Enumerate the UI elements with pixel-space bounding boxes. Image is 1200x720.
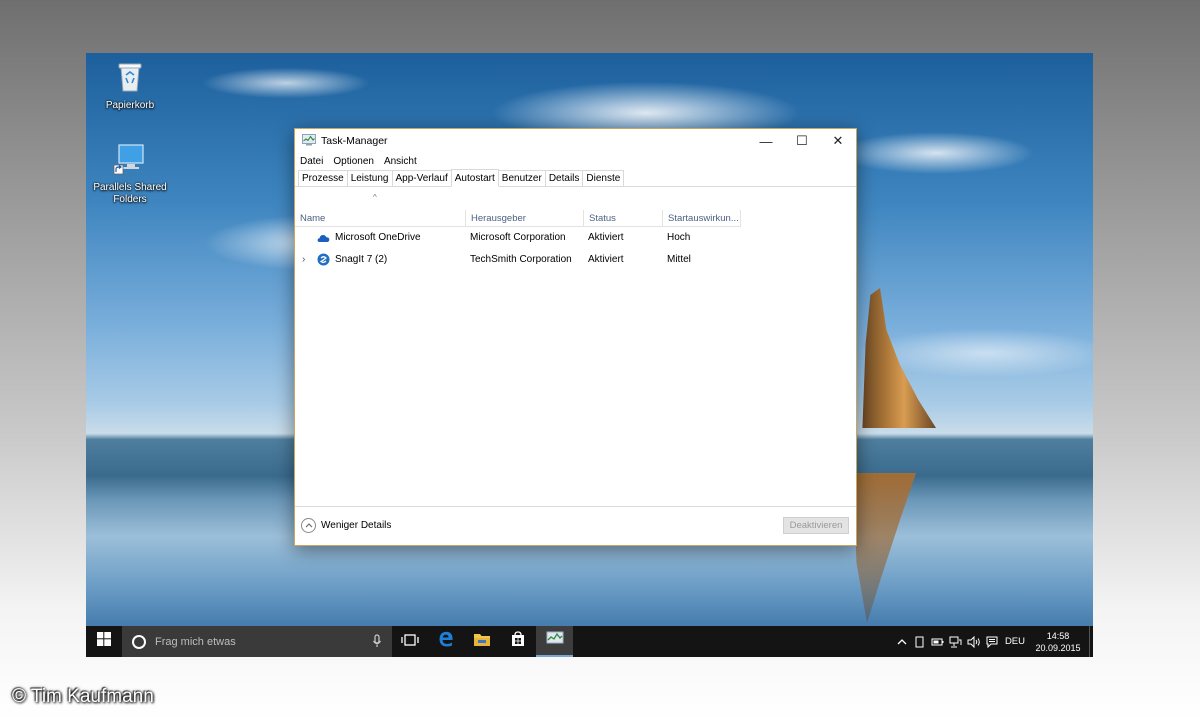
system-tray: DEU 14:58 20.09.2015: [893, 626, 1093, 657]
close-button[interactable]: ✕: [820, 129, 856, 153]
table-header: ^ Name Herausgeber Status Startauswirkun…: [295, 187, 856, 227]
file-explorer-icon: [473, 632, 491, 652]
maximize-button[interactable]: ☐: [784, 129, 820, 153]
tab-autostart[interactable]: Autostart: [450, 169, 499, 187]
windows-logo-icon: [97, 632, 111, 651]
show-hidden-icons-chevron-icon[interactable]: [893, 626, 911, 657]
monitor-shortcut-icon: [88, 143, 172, 179]
window-footer: Weniger Details Deaktivieren: [295, 506, 856, 545]
desktop-icon-label: Parallels Shared Folders: [93, 182, 167, 205]
action-center-icon[interactable]: [983, 626, 1001, 657]
clock-date: 20.09.2015: [1035, 642, 1081, 653]
desktop-icon-label: Papierkorb: [105, 100, 155, 111]
column-header-status[interactable]: Status: [583, 210, 662, 227]
column-header-startup-impact[interactable]: Startauswirkun...: [662, 210, 741, 227]
search-placeholder: Frag mich etwas: [155, 635, 236, 648]
desktop-icon-parallels-shared-folders[interactable]: Parallels Shared Folders: [88, 143, 172, 206]
row-publisher: Microsoft Corporation: [470, 232, 566, 243]
desktop-icon-recycle-bin[interactable]: Papierkorb: [88, 59, 172, 112]
menu-datei[interactable]: Datei: [300, 156, 323, 167]
tab-dienste[interactable]: Dienste: [582, 170, 625, 186]
tab-details[interactable]: Details: [544, 170, 584, 186]
row-status: Aktiviert: [588, 232, 624, 243]
menu-ansicht[interactable]: Ansicht: [384, 156, 417, 167]
expand-chevron-icon[interactable]: ›: [302, 249, 305, 271]
task-manager-icon: [546, 630, 564, 651]
start-button[interactable]: [86, 626, 122, 657]
fewer-details-link[interactable]: Weniger Details: [301, 518, 391, 533]
store-bag-icon: [510, 631, 526, 652]
volume-speaker-icon[interactable]: [965, 626, 983, 657]
row-startup-impact: Mittel: [667, 254, 691, 265]
tablet-mode-icon[interactable]: [911, 626, 929, 657]
sort-ascending-icon: ^: [373, 193, 377, 202]
column-header-publisher[interactable]: Herausgeber: [465, 210, 583, 227]
wallpaper-rock: [862, 288, 936, 428]
tab-app-verlauf[interactable]: App-Verlauf: [391, 170, 452, 186]
tab-prozesse[interactable]: Prozesse: [298, 170, 348, 186]
row-publisher: TechSmith Corporation: [470, 254, 572, 265]
menu-optionen[interactable]: Optionen: [333, 156, 374, 167]
taskbar-task-manager-button[interactable]: [536, 626, 573, 657]
network-icon[interactable]: [947, 626, 965, 657]
taskbar: Frag mich etwas DEU 14:58 20.09.2015: [86, 626, 1093, 657]
task-manager-icon: [302, 133, 316, 149]
tray-clock[interactable]: 14:58 20.09.2015: [1033, 630, 1083, 654]
clock-time: 14:58: [1046, 630, 1070, 641]
chevron-up-circle-icon: [301, 518, 316, 533]
tab-bar: Prozesse Leistung App-Verlauf Autostart …: [295, 169, 856, 187]
table-row[interactable]: › SnagIt 7 (2) TechSmith Corporation Akt…: [295, 249, 856, 271]
photo-credit: © Tim Kaufmann: [12, 686, 154, 707]
startup-table: Microsoft OneDrive Microsoft Corporation…: [295, 227, 856, 271]
snagit-icon: [317, 253, 330, 275]
row-startup-impact: Hoch: [667, 232, 691, 243]
show-desktop-button[interactable]: [1089, 626, 1093, 657]
task-view-icon: [401, 633, 419, 651]
recycle-bin-icon: [88, 59, 172, 97]
row-status: Aktiviert: [588, 254, 624, 265]
tab-benutzer[interactable]: Benutzer: [497, 170, 546, 186]
task-manager-window: Task-Manager — ☐ ✕ Datei Optionen Ansich…: [294, 128, 857, 546]
taskbar-edge-button[interactable]: [428, 626, 464, 657]
column-header-name[interactable]: Name: [295, 210, 465, 227]
task-view-button[interactable]: [392, 626, 428, 657]
microphone-icon[interactable]: [372, 634, 382, 653]
taskbar-store-button[interactable]: [500, 626, 536, 657]
menu-bar: Datei Optionen Ansicht: [295, 153, 856, 169]
window-title-bar[interactable]: Task-Manager — ☐ ✕: [295, 129, 856, 153]
input-language-indicator[interactable]: DEU: [1005, 636, 1025, 647]
fewer-details-label: Weniger Details: [321, 520, 392, 531]
table-row[interactable]: Microsoft OneDrive Microsoft Corporation…: [295, 227, 856, 249]
minimize-button[interactable]: —: [748, 129, 784, 153]
cortana-circle-icon: [132, 634, 146, 649]
window-title: Task-Manager: [321, 135, 388, 147]
taskbar-explorer-button[interactable]: [464, 626, 500, 657]
tab-leistung[interactable]: Leistung: [346, 170, 393, 186]
edge-browser-icon: [438, 631, 454, 652]
deactivate-button[interactable]: Deaktivieren: [783, 517, 849, 534]
row-name: SnagIt 7 (2): [335, 254, 388, 265]
row-name: Microsoft OneDrive: [335, 232, 421, 243]
power-battery-icon[interactable]: [929, 626, 947, 657]
cortana-search-box[interactable]: Frag mich etwas: [122, 626, 392, 657]
